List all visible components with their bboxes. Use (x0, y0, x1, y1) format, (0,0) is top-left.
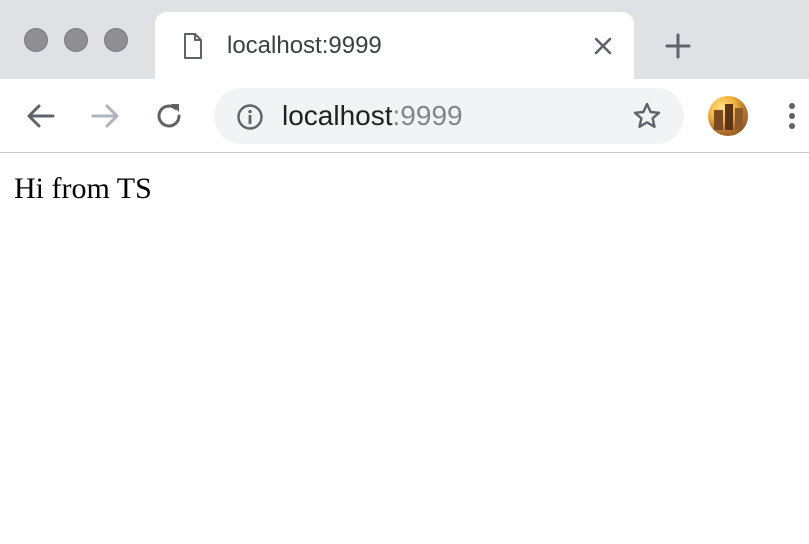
window-close-control[interactable] (24, 28, 48, 52)
arrow-right-icon[interactable] (88, 99, 122, 133)
toolbar: localhost:9999 (0, 79, 809, 153)
star-icon[interactable] (632, 101, 662, 131)
tab-active[interactable]: localhost:9999 (155, 12, 634, 79)
profile-avatar[interactable] (708, 96, 748, 136)
page-body-text: Hi from TS (14, 172, 152, 205)
arrow-left-icon[interactable] (24, 99, 58, 133)
plus-icon[interactable] (664, 32, 692, 60)
address-bar[interactable]: localhost:9999 (214, 88, 684, 144)
url-port: :9999 (392, 100, 463, 131)
browser-window: localhost:9999 localhost:9999 Hi from TS (0, 0, 809, 544)
page-content: Hi from TS (0, 153, 809, 544)
document-icon (184, 33, 202, 59)
tab-title: localhost:9999 (227, 32, 382, 59)
url-host: localhost (282, 100, 393, 131)
url-text[interactable]: localhost:9999 (282, 100, 463, 132)
close-icon[interactable] (591, 34, 615, 58)
info-icon[interactable] (236, 103, 264, 131)
reload-icon[interactable] (152, 99, 186, 133)
window-maximize-control[interactable] (104, 28, 128, 52)
tab-strip: localhost:9999 (0, 0, 809, 79)
window-minimize-control[interactable] (64, 28, 88, 52)
kebab-menu-icon[interactable] (778, 99, 806, 133)
